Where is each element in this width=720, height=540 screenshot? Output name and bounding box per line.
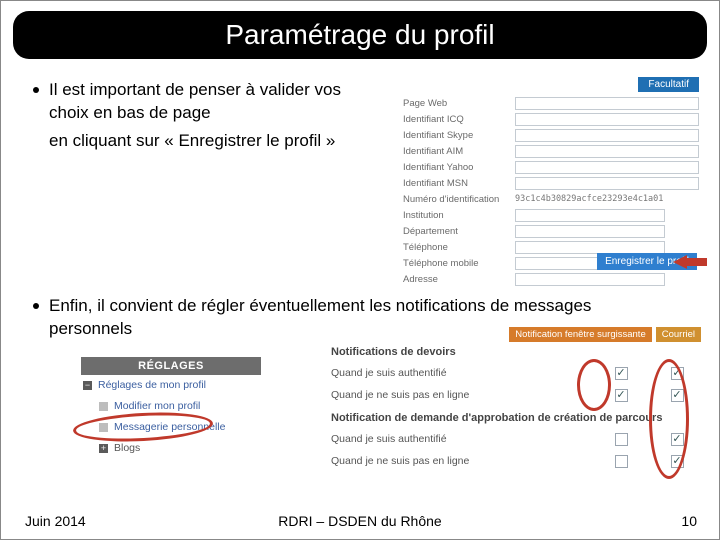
checkbox-email-2[interactable] <box>671 389 684 402</box>
bullet-1-text: Il est important de penser à valider vos… <box>49 79 384 125</box>
settings-item-blogs[interactable]: + Blogs <box>81 438 261 459</box>
row-departement: Département <box>403 223 699 239</box>
settings-link-1[interactable]: Réglages de mon profil <box>98 379 206 391</box>
row-skype: Identifiant Skype <box>403 127 699 143</box>
slide-title: Paramétrage du profil <box>225 19 494 51</box>
checkbox-popup-4[interactable] <box>615 455 628 468</box>
settings-item-messaging[interactable]: Messagerie personnelle <box>81 417 261 438</box>
title-bar: Paramétrage du profil <box>13 11 707 59</box>
square-icon <box>99 423 108 432</box>
input-institution[interactable] <box>515 209 665 222</box>
numid-value: 93c1c4b30829acfce23293e4c1a01 <box>515 194 663 204</box>
plus-icon: + <box>99 444 108 453</box>
notif-row-1: Quand je suis authentifié <box>331 362 701 384</box>
settings-link-4[interactable]: Blogs <box>114 442 140 454</box>
row-page-web: Page Web <box>403 95 699 111</box>
row-icq: Identifiant ICQ <box>403 111 699 127</box>
notif-section-title-1: Notifications de devoirs <box>331 346 701 358</box>
input-aim[interactable] <box>515 145 699 158</box>
row-msn: Identifiant MSN <box>403 175 699 191</box>
facultatif-badge: Facultatif <box>638 77 699 92</box>
notification-panel-screenshot: Notification fenêtre surgissante Courrie… <box>331 327 701 472</box>
input-icq[interactable] <box>515 113 699 126</box>
input-skype[interactable] <box>515 129 699 142</box>
footer-page-number: 10 <box>681 513 697 529</box>
input-msn[interactable] <box>515 177 699 190</box>
checkbox-popup-1[interactable] <box>615 367 628 380</box>
bullet-dot-icon <box>33 87 39 93</box>
bullet-dot-icon <box>33 303 39 309</box>
input-adresse[interactable] <box>515 273 665 286</box>
input-departement[interactable] <box>515 225 665 238</box>
notif-row-4: Quand je ne suis pas en ligne <box>331 450 701 472</box>
notif-header-chips: Notification fenêtre surgissante Courrie… <box>331 327 701 342</box>
notif-row-2: Quand je ne suis pas en ligne <box>331 384 701 406</box>
chip-popup: Notification fenêtre surgissante <box>509 327 651 342</box>
notif-row-3: Quand je suis authentifié <box>331 428 701 450</box>
checkbox-popup-2[interactable] <box>615 389 628 402</box>
profile-form-screenshot: Facultatif Page Web Identifiant ICQ Iden… <box>403 77 699 287</box>
settings-item-modify[interactable]: Modifier mon profil <box>81 396 261 417</box>
footer-center: RDRI – DSDEN du Rhône <box>1 513 719 529</box>
settings-panel-screenshot: RÉGLAGES − Réglages de mon profil Modifi… <box>81 357 261 459</box>
input-page-web[interactable] <box>515 97 699 110</box>
settings-link-3[interactable]: Messagerie personnelle <box>114 421 225 433</box>
row-aim: Identifiant AIM <box>403 143 699 159</box>
row-numid: Numéro d'identification93c1c4b30829acfce… <box>403 191 699 207</box>
slide: Paramétrage du profil Il est important d… <box>0 0 720 540</box>
minus-icon: − <box>83 381 92 390</box>
row-adresse: Adresse <box>403 271 699 287</box>
content-area: Il est important de penser à valider vos… <box>33 79 699 151</box>
footer-date: Juin 2014 <box>25 513 86 529</box>
notif-section-title-2: Notification de demande d'approbation de… <box>331 412 701 424</box>
input-telephone[interactable] <box>515 241 665 254</box>
input-yahoo[interactable] <box>515 161 699 174</box>
checkbox-email-1[interactable] <box>671 367 684 380</box>
settings-link-2[interactable]: Modifier mon profil <box>114 400 200 412</box>
settings-item-profile[interactable]: − Réglages de mon profil <box>81 375 261 396</box>
checkbox-email-4[interactable] <box>671 455 684 468</box>
row-yahoo: Identifiant Yahoo <box>403 159 699 175</box>
checkbox-popup-3[interactable] <box>615 433 628 446</box>
settings-header: RÉGLAGES <box>81 357 261 375</box>
chip-email: Courriel <box>656 327 701 342</box>
square-icon <box>99 402 108 411</box>
checkbox-email-3[interactable] <box>671 433 684 446</box>
slide-footer: Juin 2014 RDRI – DSDEN du Rhône 10 <box>1 513 719 529</box>
row-institution: Institution <box>403 207 699 223</box>
